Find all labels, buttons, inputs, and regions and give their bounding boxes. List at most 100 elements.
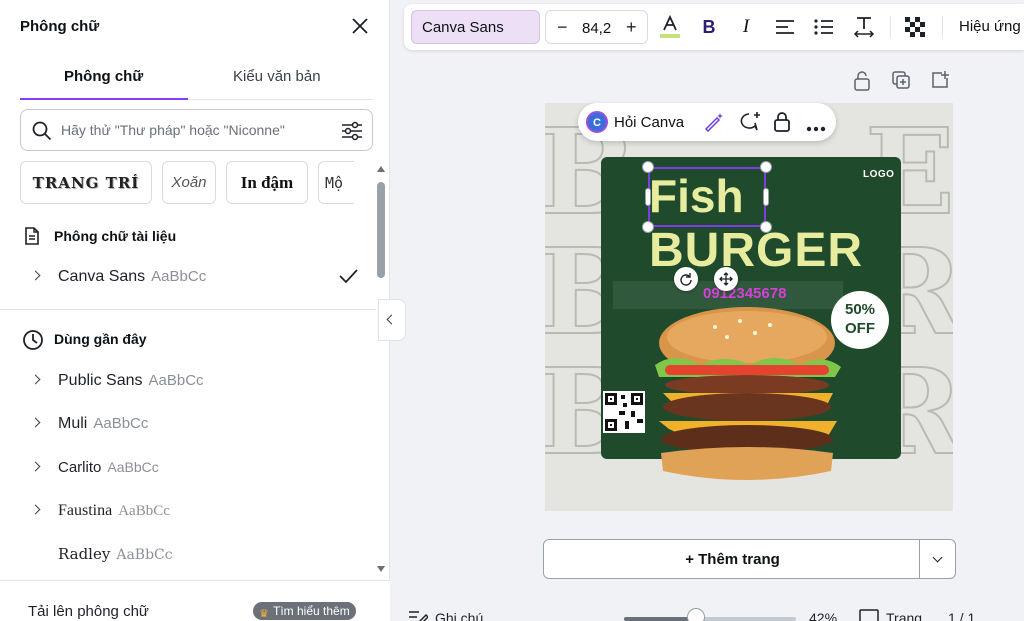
- collapse-panel-button[interactable]: [378, 299, 406, 341]
- decrease-size-button[interactable]: −: [557, 17, 568, 38]
- divider: [0, 309, 376, 310]
- search-input[interactable]: [61, 120, 321, 140]
- add-page-button[interactable]: + Thêm trang: [543, 539, 920, 579]
- tab-text-styles[interactable]: Kiểu văn bản: [233, 68, 321, 85]
- font-name: Carlito: [58, 459, 102, 476]
- font-sample: AaBbCc: [151, 268, 207, 285]
- side-handle[interactable]: [763, 188, 769, 206]
- tab-fonts[interactable]: Phông chữ: [64, 68, 143, 85]
- ask-canva-label[interactable]: Hỏi Canva: [614, 114, 684, 131]
- search-icon: [31, 120, 53, 147]
- burger-illustration[interactable]: [645, 303, 845, 503]
- zoom-slider[interactable]: [624, 617, 796, 621]
- comment-add-icon[interactable]: [738, 111, 762, 138]
- font-item-faustina[interactable]: Faustina AaBbCc: [20, 496, 370, 526]
- font-sample: AaBbCc: [118, 503, 170, 519]
- transparency-icon[interactable]: [900, 12, 930, 42]
- font-family-dropdown[interactable]: Canva Sans: [411, 10, 540, 44]
- scroll-down-arrow[interactable]: [377, 566, 385, 572]
- bold-icon[interactable]: B: [694, 12, 724, 42]
- zoom-slider-fill: [624, 617, 697, 621]
- logo-text: LOGO: [863, 169, 895, 180]
- svg-text:C: C: [593, 117, 601, 129]
- font-name: Radley: [58, 545, 111, 563]
- font-item-canva-sans[interactable]: Canva Sans AaBbCc: [20, 262, 370, 292]
- learn-more-label: Tìm hiểu thêm: [273, 604, 350, 618]
- font-sample: AaBbCc: [93, 415, 149, 432]
- font-size-value[interactable]: 84,2: [582, 20, 611, 37]
- list-icon[interactable]: [809, 12, 839, 42]
- align-left-icon[interactable]: [770, 12, 800, 42]
- more-icon[interactable]: [806, 119, 826, 137]
- filter-icon[interactable]: [341, 121, 363, 146]
- font-name: Muli: [58, 415, 88, 432]
- pages-button[interactable]: Trang: [886, 610, 922, 621]
- chip-curly[interactable]: Xoăn: [162, 161, 216, 204]
- check-icon: [336, 264, 360, 293]
- scroll-up-arrow[interactable]: [377, 166, 385, 172]
- increase-size-button[interactable]: +: [626, 17, 637, 38]
- zoom-slider-knob[interactable]: [687, 608, 706, 621]
- effects-button[interactable]: Hiệu ứng: [959, 18, 1021, 35]
- move-icon[interactable]: [714, 267, 738, 291]
- font-item-public-sans[interactable]: Public Sans AaBbCc: [20, 366, 370, 396]
- panel-title: Phông chữ: [20, 18, 100, 35]
- chevron-right-icon[interactable]: [30, 270, 41, 281]
- phone-number[interactable]: 0912345678: [703, 285, 786, 302]
- font-item-muli[interactable]: Muli AaBbCc: [20, 409, 370, 439]
- chevron-left-icon: [386, 314, 397, 325]
- resize-handle[interactable]: [760, 221, 772, 233]
- ask-canva-bar: C Hỏi Canva: [578, 103, 836, 141]
- font-panel: Phông chữ Phông chữ Kiểu văn bản TRANG T…: [0, 0, 390, 621]
- font-item-radley[interactable]: Radley AaBbCc: [20, 539, 370, 569]
- notes-button[interactable]: Ghi chú: [435, 610, 483, 621]
- spacing-icon[interactable]: [849, 12, 879, 42]
- font-sample: AaBbCc: [116, 547, 173, 563]
- chip-bold[interactable]: In đậm: [226, 161, 308, 204]
- style-chips: TRANG TRÍ Xoăn In đậm Mộ: [20, 161, 354, 206]
- zoom-value[interactable]: 42%: [809, 610, 837, 621]
- qr-code: [603, 391, 645, 433]
- close-icon[interactable]: [350, 16, 370, 36]
- chevron-right-icon[interactable]: [30, 461, 41, 472]
- duplicate-page-icon[interactable]: [891, 70, 913, 92]
- crown-icon: ♛: [259, 608, 269, 620]
- chip-more[interactable]: Mộ: [318, 161, 354, 204]
- magic-pencil-icon[interactable]: [702, 111, 724, 138]
- pages-icon[interactable]: [859, 609, 879, 621]
- chip-decorative[interactable]: TRANG TRÍ: [20, 161, 152, 204]
- resize-handle[interactable]: [760, 161, 772, 173]
- upload-font-link[interactable]: Tải lên phông chữ: [28, 603, 149, 620]
- lock-icon[interactable]: [772, 111, 792, 138]
- scrollbar-thumb[interactable]: [377, 182, 385, 278]
- lock-page-icon[interactable]: [852, 70, 874, 92]
- bottom-bar: Ghi chú 42% Trang 1 / 1: [404, 604, 1024, 621]
- add-page-icon[interactable]: [930, 70, 952, 92]
- canva-logo-icon[interactable]: C: [586, 111, 608, 138]
- italic-icon[interactable]: I: [731, 12, 761, 42]
- chevron-right-icon[interactable]: [30, 374, 41, 385]
- font-size-stepper: − 84,2 +: [545, 10, 648, 44]
- selection-box: [648, 167, 766, 227]
- side-handle[interactable]: [645, 188, 651, 206]
- design-canvas[interactable]: B B B E R R LOGO Fish BURGER 0912345678 …: [545, 103, 953, 511]
- notes-icon[interactable]: [408, 609, 430, 621]
- learn-more-badge[interactable]: ♛ Tìm hiểu thêm: [253, 602, 356, 620]
- text-toolbar: Canva Sans − 84,2 + B I Hiệu ứng: [404, 4, 1024, 50]
- text-color-button[interactable]: [655, 12, 685, 42]
- upload-font-row: Tải lên phông chữ ♛ Tìm hiểu thêm: [0, 580, 390, 621]
- font-name: Canva Sans: [58, 268, 146, 285]
- divider: [890, 16, 891, 38]
- add-page-dropdown[interactable]: [919, 539, 956, 579]
- resize-handle[interactable]: [642, 161, 654, 173]
- recent-fonts-title: Dùng gần đây: [54, 331, 147, 347]
- rotate-icon[interactable]: [674, 267, 698, 291]
- chevron-right-icon[interactable]: [30, 504, 41, 515]
- resize-handle[interactable]: [642, 221, 654, 233]
- font-item-carlito[interactable]: Carlito AaBbCc: [20, 453, 370, 483]
- font-sample: AaBbCc: [148, 372, 204, 389]
- active-tab-indicator: [20, 98, 188, 100]
- font-sample: AaBbCc: [107, 459, 159, 475]
- chevron-right-icon[interactable]: [30, 417, 41, 428]
- font-search: [20, 109, 373, 151]
